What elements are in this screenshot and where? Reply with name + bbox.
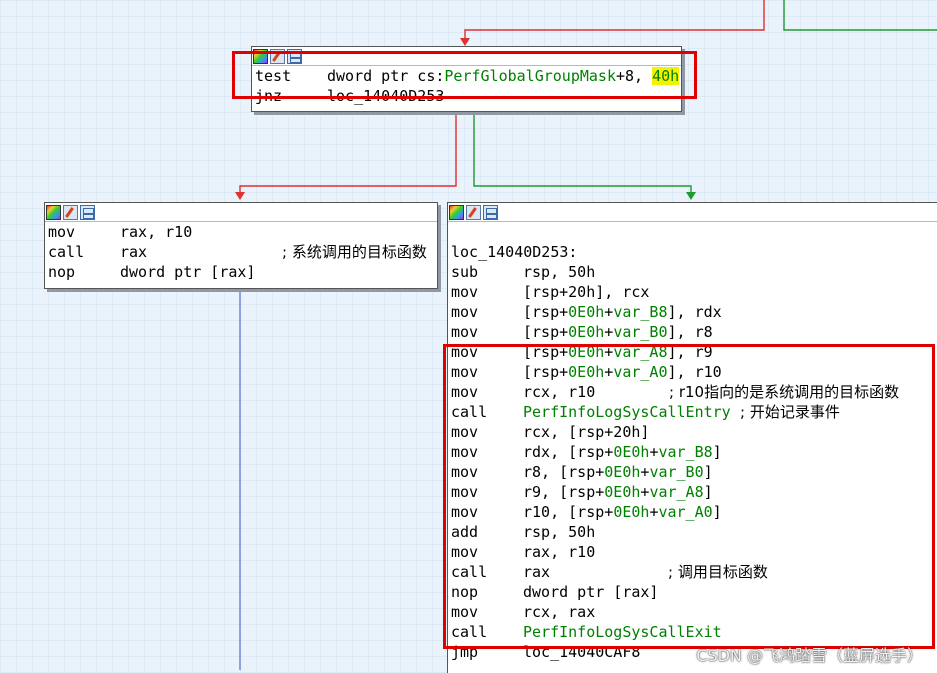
arrow-head-right bbox=[686, 192, 696, 200]
asm-comment: ; 系统调用的目标函数 bbox=[282, 243, 427, 261]
asm-line[interactable]: mov rax, r10 bbox=[45, 222, 437, 242]
rename-icon[interactable] bbox=[63, 204, 78, 220]
asm-line[interactable]: call rax; 系统调用的目标函数 bbox=[45, 242, 437, 262]
asm-line[interactable]: mov [rsp+0E0h+var_B0], r8 bbox=[448, 322, 937, 342]
asm-line[interactable]: mov [rsp+0E0h+var_B8], rdx bbox=[448, 302, 937, 322]
color-icon[interactable] bbox=[46, 204, 61, 220]
node-toolbar bbox=[45, 203, 437, 222]
asm-line[interactable]: mov [rsp+20h], rcx bbox=[448, 282, 937, 302]
graph-overview-icon[interactable] bbox=[80, 204, 95, 220]
highlight-box-syscall-logging bbox=[443, 344, 935, 649]
asm-line[interactable]: sub rsp, 50h bbox=[448, 262, 937, 282]
edge-false-left bbox=[239, 112, 457, 194]
color-icon[interactable] bbox=[449, 204, 464, 220]
graph-node-left[interactable]: mov rax, r10 call rax; 系统调用的目标函数 nop dword … bbox=[44, 202, 438, 289]
node-toolbar bbox=[448, 203, 937, 222]
rename-icon[interactable] bbox=[466, 204, 481, 220]
code-label[interactable]: loc_14040D253: bbox=[448, 242, 937, 262]
edge-false-incoming bbox=[464, 0, 765, 40]
edge-true-right bbox=[473, 112, 692, 194]
edge-true-incoming bbox=[783, 0, 937, 31]
watermark: CSDN @飞鸿踏雪（蓝屏选手） bbox=[696, 646, 923, 665]
arrow-head-top bbox=[460, 38, 470, 46]
highlight-box-test bbox=[232, 51, 697, 99]
arrow-head-left bbox=[235, 192, 245, 200]
asm-line[interactable]: nop dword ptr [rax] bbox=[45, 262, 437, 282]
graph-overview-icon[interactable] bbox=[483, 204, 498, 220]
